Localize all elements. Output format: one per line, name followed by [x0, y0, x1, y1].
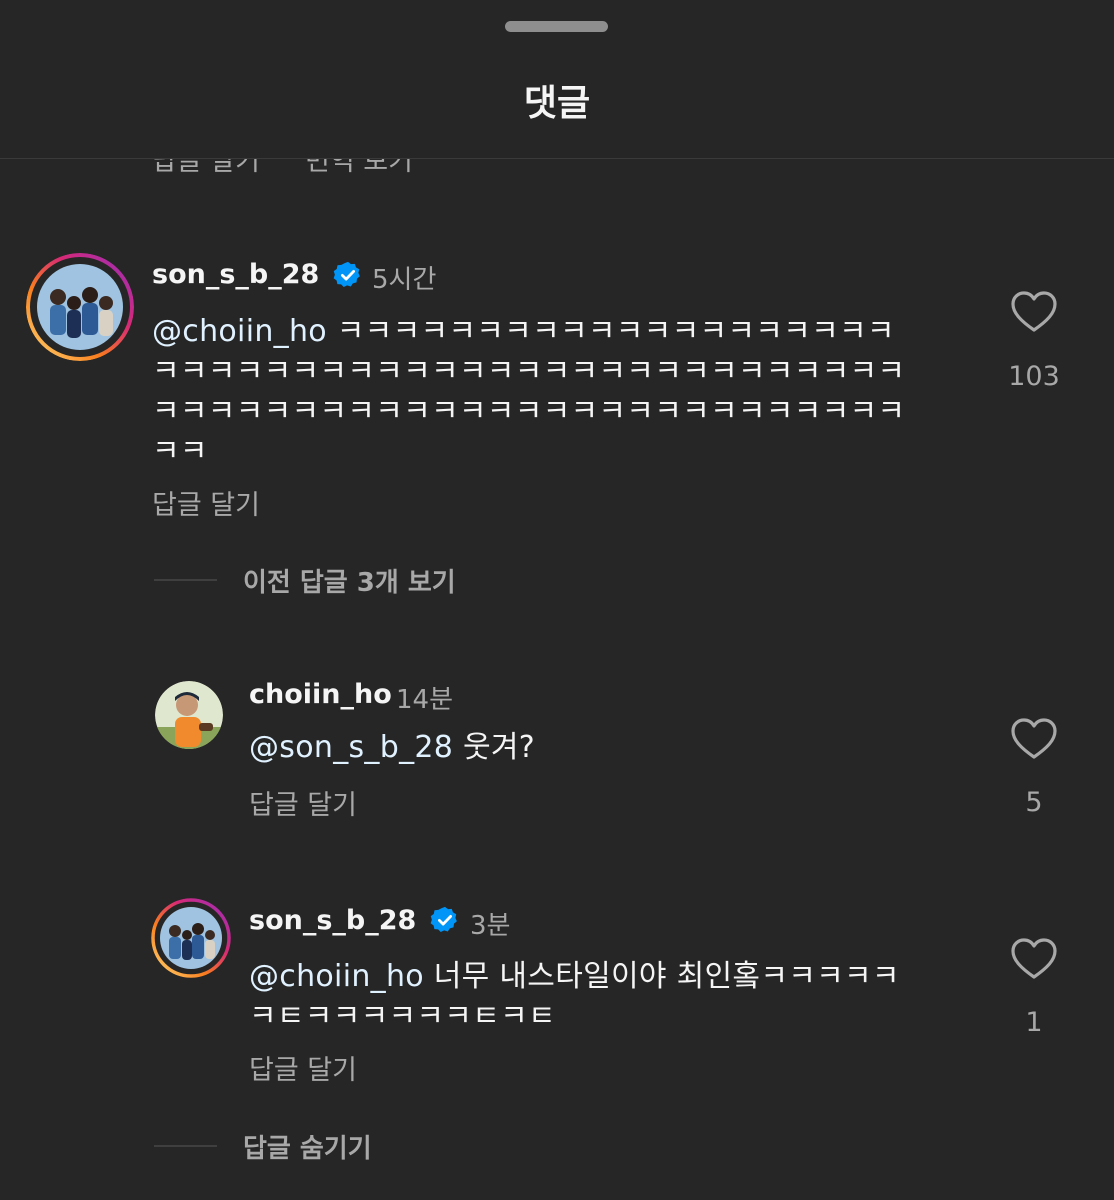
sheet-title: 댓글: [523, 83, 591, 124]
username[interactable]: son_s_b_28: [152, 259, 319, 290]
comment-text-line: ㅋㅌㅋㅋㅋㅋㅋㅋㅌㅋㅌ: [249, 999, 556, 1034]
comment-text-line: @choiin_ho ㅋㅋㅋㅋㅋㅋㅋㅋㅋㅋㅋㅋㅋㅋㅋㅋㅋㅋㅋㅋ: [152, 306, 895, 350]
comment-text: 너무 내스타일이야 최인홐ㅋㅋㅋㅋㅋ: [423, 959, 900, 994]
comment-text-line: @choiin_ho 너무 내스타일이야 최인홐ㅋㅋㅋㅋㅋ: [249, 951, 900, 995]
comment-text-line: ㅋㅋㅋㅋㅋㅋㅋㅋㅋㅋㅋㅋㅋㅋㅋㅋㅋㅋㅋㅋㅋㅋㅋㅋㅋㅋㅋ: [152, 354, 906, 389]
reply-button[interactable]: 답글 달기: [152, 483, 260, 522]
thread-divider: [154, 579, 217, 581]
verified-badge-icon: [430, 906, 457, 932]
heart-icon[interactable]: [1011, 938, 1057, 980]
reply-button[interactable]: 답글 달기: [152, 159, 260, 178]
timestamp: 3분: [470, 911, 511, 941]
previous-comment-actions: 답글 달기 번역 보기: [0, 159, 1114, 199]
comments-sheet: 댓글 답글 달기 번역 보기 son_s_b_28 5시간 @choiin_ho…: [0, 0, 1114, 1200]
see-translation-button[interactable]: 번역 보기: [305, 159, 413, 178]
like-count: 5: [1025, 787, 1043, 818]
comment-text-line: ㅋㅋ: [152, 434, 208, 469]
heart-icon[interactable]: [1011, 718, 1057, 760]
timestamp: 5시간: [372, 265, 437, 295]
comment-text-line: ㅋㅋㅋㅋㅋㅋㅋㅋㅋㅋㅋㅋㅋㅋㅋㅋㅋㅋㅋㅋㅋㅋㅋㅋㅋㅋㅋ: [152, 394, 906, 429]
username[interactable]: son_s_b_28: [249, 905, 416, 936]
avatar[interactable]: [26, 253, 134, 361]
username[interactable]: choiin_ho: [249, 679, 392, 710]
drag-handle[interactable]: [505, 21, 608, 32]
reply-button[interactable]: 답글 달기: [249, 783, 357, 822]
heart-icon[interactable]: [1011, 291, 1057, 333]
avatar[interactable]: [155, 681, 223, 749]
thread-divider: [154, 1145, 217, 1147]
view-previous-replies-button[interactable]: 이전 답글 3개 보기: [243, 562, 456, 599]
comment-text-line: @son_s_b_28 웃겨?: [249, 722, 535, 766]
mention-link[interactable]: @choiin_ho: [152, 314, 327, 349]
like-count: 103: [1008, 361, 1060, 392]
comment-text: ㅋㅋㅋㅋㅋㅋㅋㅋㅋㅋㅋㅋㅋㅋㅋㅋㅋㅋㅋㅋ: [336, 314, 895, 349]
avatar[interactable]: [151, 898, 231, 978]
hide-replies-button[interactable]: 답글 숨기기: [243, 1128, 372, 1165]
verified-badge-icon: [333, 261, 360, 287]
timestamp: 14분: [396, 685, 454, 715]
comment-text: 웃겨?: [453, 730, 536, 765]
reply-button[interactable]: 답글 달기: [249, 1048, 357, 1087]
mention-link[interactable]: @choiin_ho: [249, 959, 424, 994]
mention-link[interactable]: @son_s_b_28: [249, 730, 453, 765]
like-count: 1: [1025, 1007, 1043, 1038]
